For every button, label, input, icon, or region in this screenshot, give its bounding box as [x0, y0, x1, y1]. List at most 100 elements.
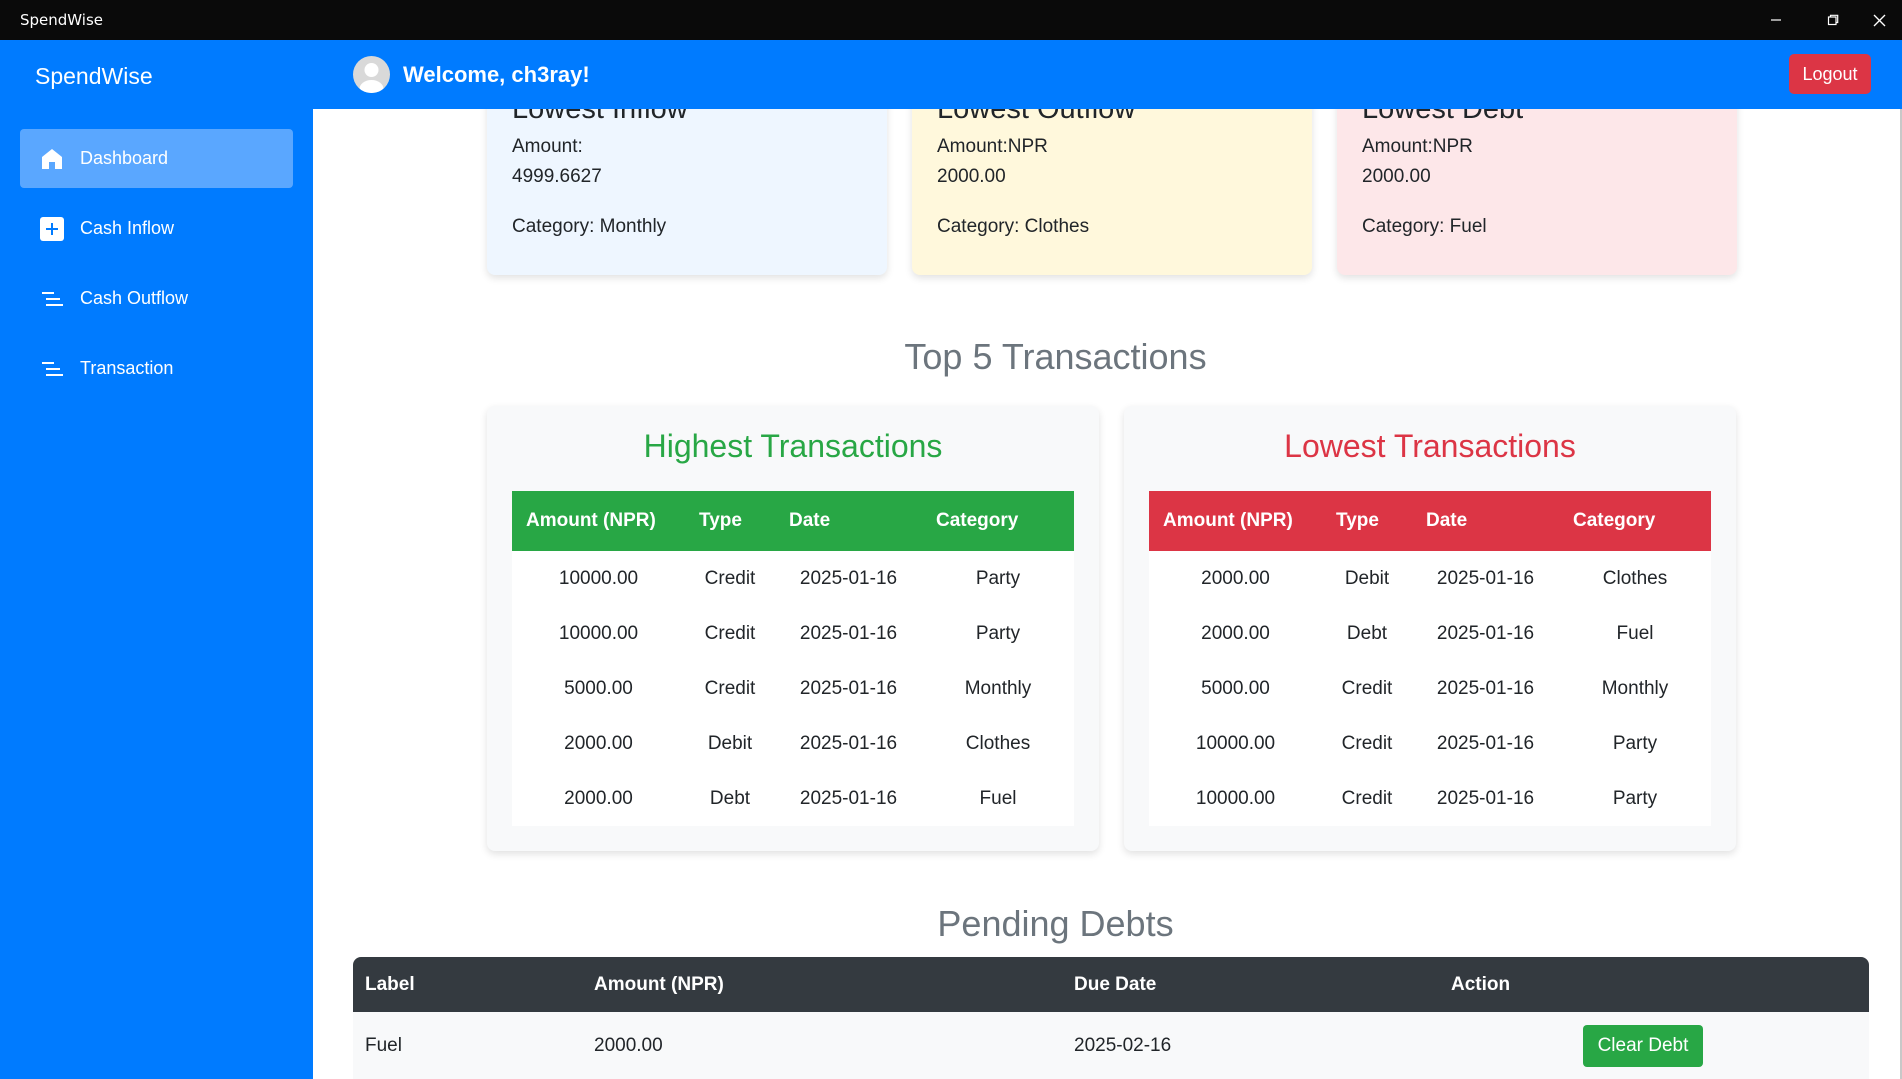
card-category: Category: Clothes	[937, 216, 1090, 237]
welcome-message: Welcome, ch3ray!	[403, 62, 590, 87]
sidebar-item-label: Transaction	[80, 358, 174, 378]
table-cell: Party	[1612, 787, 1658, 809]
column-header: Category	[922, 491, 1074, 551]
window-title: SpendWise	[20, 11, 104, 29]
table-cell: 2025-01-16	[1436, 732, 1535, 754]
sidebar-item-transaction[interactable]: Transaction	[20, 339, 293, 398]
card-title: Lowest Inflow	[512, 109, 688, 125]
table-header-row: Amount (NPR) Type Date Category	[512, 491, 1074, 551]
column-header: Type	[1322, 491, 1412, 551]
brand-logo[interactable]: SpendWise	[35, 63, 153, 90]
card-amount-value: 2000.00	[1362, 166, 1431, 187]
logout-button[interactable]: Logout	[1789, 54, 1871, 94]
column-header: Category	[1559, 491, 1711, 551]
table-cell: 10000.00	[558, 622, 639, 644]
top-transactions-title: Top 5 Transactions	[904, 336, 1207, 377]
table-cell: Debit	[707, 732, 753, 754]
table-cell: 5000.00	[564, 677, 633, 699]
table-cell: Party	[975, 622, 1021, 644]
table-cell: 2025-01-16	[799, 732, 898, 754]
column-header: Date	[1412, 491, 1559, 551]
table-cell: Credit	[704, 677, 756, 699]
table-cell: 10000.00	[1195, 732, 1276, 754]
sidebar-item-label: Cash Outflow	[80, 288, 189, 308]
table-cell: Credit	[1341, 677, 1393, 699]
column-header: Amount (NPR)	[512, 491, 685, 551]
home-icon	[40, 147, 64, 171]
table-cell: Party	[1612, 732, 1658, 754]
table-cell: 2025-01-16	[799, 622, 898, 644]
card-amount-label: Amount:NPR	[937, 136, 1048, 157]
table-cell: Monthly	[1601, 677, 1669, 699]
lowest-transactions-card: Lowest Transactions Amount (NPR) Type Da…	[1124, 406, 1736, 851]
table-cell: Monthly	[964, 677, 1032, 699]
table-row: 10000.00 Credit 2025-01-16 Party	[1149, 716, 1711, 771]
table-cell: Credit	[704, 567, 756, 589]
sidebar-item-cash-inflow[interactable]: Cash Inflow	[20, 199, 293, 258]
lowest-transactions-title: Lowest Transactions	[1284, 428, 1576, 464]
table-cell: Fuel	[979, 787, 1017, 809]
table-cell: Debt	[1346, 622, 1388, 644]
table-row: Fuel 2000.00 2025-02-16 Clear Debt	[353, 1012, 1869, 1079]
sidebar: SpendWise Dashboard Cash Inflow Cash Out…	[0, 40, 313, 1079]
table-cell: 2025-01-16	[1436, 787, 1535, 809]
table-cell: 10000.00	[558, 567, 639, 589]
close-icon[interactable]	[1856, 0, 1902, 40]
sidebar-item-label: Cash Inflow	[80, 218, 175, 238]
column-header: Type	[685, 491, 775, 551]
avatar[interactable]	[353, 56, 390, 93]
card-title: Lowest Debt	[1362, 109, 1524, 125]
table-cell: Debit	[1344, 567, 1390, 589]
table-cell: 5000.00	[1201, 677, 1270, 699]
debt-action-cell: Clear Debt	[1439, 1012, 1869, 1079]
clear-debt-button[interactable]: Clear Debt	[1583, 1024, 1703, 1067]
highest-transactions-title: Highest Transactions	[643, 428, 943, 464]
table-cell: 2000.00	[1201, 567, 1270, 589]
column-header: Date	[775, 491, 922, 551]
card-amount-label: Amount:NPR	[1362, 136, 1473, 157]
table-cell: Credit	[704, 622, 756, 644]
summary-card-debt: Lowest Debt Amount:NPR 2000.00 Category:…	[1337, 109, 1737, 275]
table-row: 10000.00 Credit 2025-01-16 Party	[512, 551, 1074, 606]
table-row: 2000.00 Debit 2025-01-16 Clothes	[512, 716, 1074, 771]
table-cell: 2000.00	[564, 787, 633, 809]
window-titlebar: SpendWise	[0, 0, 1902, 40]
table-cell: Debt	[709, 787, 751, 809]
debt-amount: 2000.00	[582, 1012, 1062, 1079]
column-header: Amount (NPR)	[582, 957, 1062, 1012]
restore-icon[interactable]	[1810, 0, 1856, 40]
sidebar-item-dashboard[interactable]: Dashboard	[20, 129, 293, 188]
table-cell: 2025-01-16	[1436, 567, 1535, 589]
table-cell: 2025-01-16	[1436, 622, 1535, 644]
table-row: 10000.00 Credit 2025-01-16 Party	[1149, 771, 1711, 826]
summary-card-outflow: Lowest Outflow Amount:NPR 2000.00 Catego…	[912, 109, 1312, 275]
table-cell: 2025-01-16	[799, 567, 898, 589]
card-category: Category: Monthly	[512, 216, 667, 237]
debt-label: Fuel	[353, 1012, 582, 1079]
column-header: Due Date	[1062, 957, 1439, 1012]
sidebar-item-cash-outflow[interactable]: Cash Outflow	[20, 269, 293, 328]
table-header-row: Label Amount (NPR) Due Date Action	[353, 957, 1869, 1012]
table-cell: Clothes	[1602, 567, 1668, 589]
table-cell: 2025-01-16	[1436, 677, 1535, 699]
pending-debts-title: Pending Debts	[937, 903, 1174, 944]
summary-card-inflow: Lowest Inflow Amount: 4999.6627 Category…	[487, 109, 887, 275]
table-cell: Party	[975, 567, 1021, 589]
table-row: 5000.00 Credit 2025-01-16 Monthly	[512, 661, 1074, 716]
table-row: 2000.00 Debt 2025-01-16 Fuel	[512, 771, 1074, 826]
card-category: Category: Fuel	[1362, 216, 1487, 237]
main-content: Lowest Inflow Amount: 4999.6627 Category…	[313, 109, 1902, 1079]
table-cell: Credit	[1341, 732, 1393, 754]
highest-transactions-card: Highest Transactions Amount (NPR) Type D…	[487, 406, 1099, 851]
highest-transactions-table: Amount (NPR) Type Date Category 10000.00…	[512, 491, 1074, 826]
table-row: 2000.00 Debit 2025-01-16 Clothes	[1149, 551, 1711, 606]
table-cell: 2000.00	[1201, 622, 1270, 644]
minimize-icon[interactable]	[1753, 0, 1799, 40]
table-cell: 2025-01-16	[799, 787, 898, 809]
lines-icon	[40, 357, 64, 381]
card-amount-value: 4999.6627	[512, 166, 602, 187]
pending-debts-table: Label Amount (NPR) Due Date Action Fuel …	[353, 957, 1869, 1079]
table-row: 5000.00 Credit 2025-01-16 Monthly	[1149, 661, 1711, 716]
top-header: Welcome, ch3ray! Logout	[313, 40, 1902, 109]
card-amount-label: Amount:	[512, 136, 583, 157]
